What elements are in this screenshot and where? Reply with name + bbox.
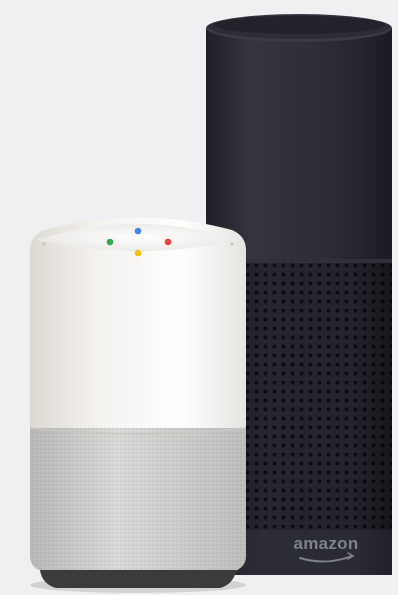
amazon-logo: amazon	[293, 534, 359, 553]
blue-light-icon	[134, 227, 142, 235]
product-photo: amazon	[0, 0, 398, 595]
short-speaker	[29, 217, 247, 593]
green-light-icon	[106, 238, 114, 246]
yellow-light-icon	[134, 249, 142, 257]
photo-canvas	[29, 14, 392, 593]
red-light-icon	[164, 238, 172, 246]
